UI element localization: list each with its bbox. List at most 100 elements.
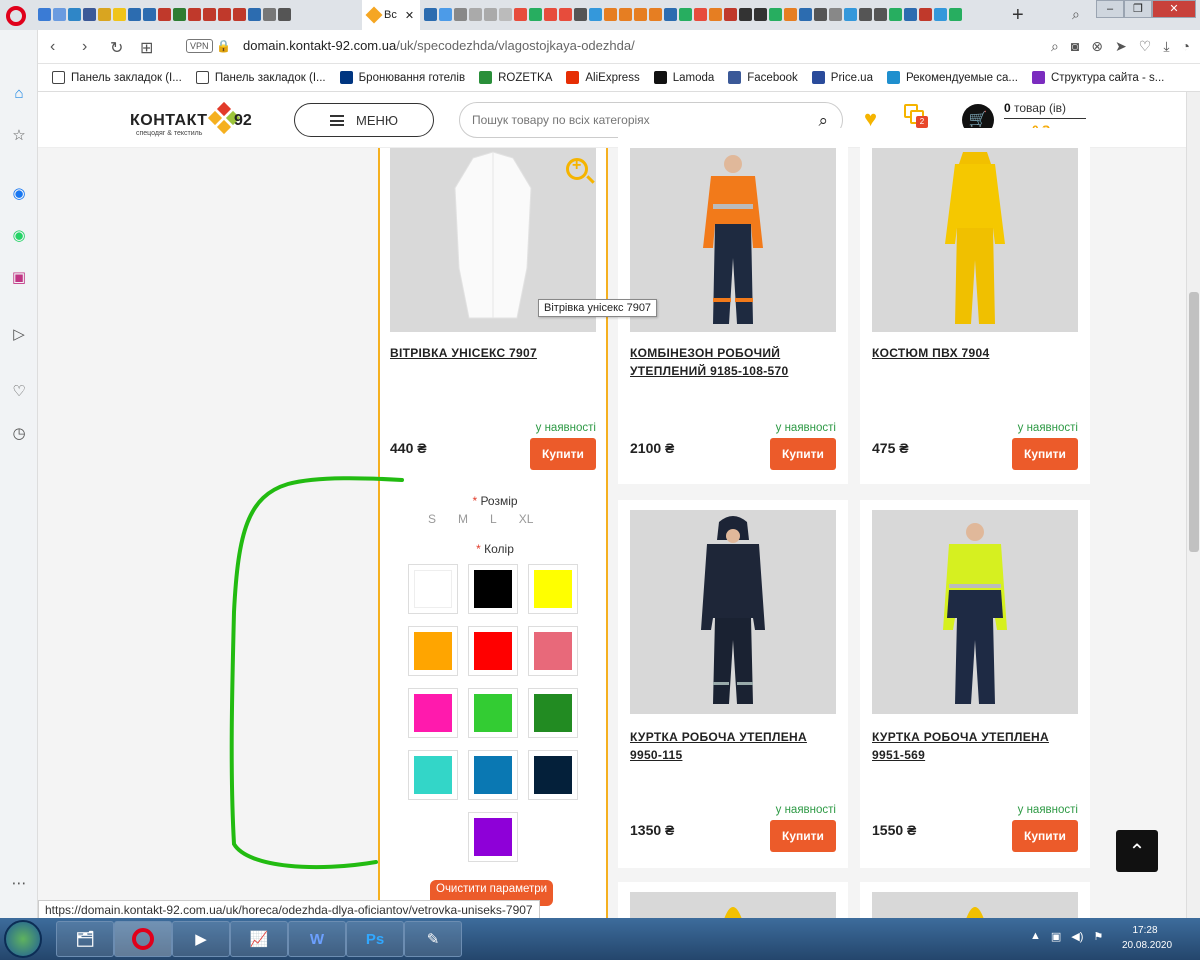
color-swatch[interactable]	[468, 812, 518, 862]
bookmark-item[interactable]: AliExpress	[566, 71, 640, 84]
bookmark-item[interactable]: Панель закладок (I...	[52, 71, 182, 84]
camera-icon[interactable]: ◙	[1071, 38, 1079, 55]
color-swatch[interactable]	[468, 688, 518, 738]
pinned-tabs[interactable]	[38, 6, 291, 24]
new-tab-icon[interactable]: +	[1012, 4, 1024, 27]
bing-icon	[886, 71, 900, 84]
notes-taskbar-icon[interactable]: ✎	[404, 921, 462, 957]
site-logo[interactable]: КОНТАКТ 92 спецодяг & текстиль	[130, 101, 260, 138]
explorer-taskbar-icon[interactable]: 🗂	[56, 921, 114, 957]
whatsapp-icon[interactable]: ◉	[9, 226, 29, 246]
product-image[interactable]	[872, 892, 1078, 918]
size-option[interactable]: XL	[519, 512, 534, 526]
size-option[interactable]: M	[458, 512, 468, 526]
more-icon[interactable]: ⋯	[9, 874, 29, 894]
star-icon[interactable]: ☆	[9, 126, 29, 146]
size-option[interactable]: S	[428, 512, 436, 526]
scrollbar-thumb[interactable]	[1189, 292, 1199, 552]
color-swatch[interactable]	[528, 626, 578, 676]
compare-icon[interactable]: 2	[904, 104, 928, 128]
instagram-icon[interactable]: ▣	[9, 268, 29, 288]
bookmark-item[interactable]: ROZETKA	[479, 71, 552, 84]
photoshop-taskbar-icon[interactable]: Ps	[346, 921, 404, 957]
product-image[interactable]	[630, 148, 836, 332]
flag-icon[interactable]: ⚑	[1093, 930, 1103, 943]
network-icon[interactable]: ▣	[1051, 930, 1061, 943]
active-tab[interactable]: Вс ✕	[362, 0, 420, 30]
start-button[interactable]	[4, 920, 42, 958]
download-icon[interactable]: ⤓	[1163, 38, 1169, 55]
product-image[interactable]	[630, 892, 836, 918]
search-input[interactable]	[470, 112, 790, 128]
product-card[interactable]: КУРТКА РОБОЧА УТЕПЛЕНА 9951-569 у наявно…	[860, 500, 1090, 868]
clock[interactable]: 17:28 20.08.2020	[1122, 923, 1172, 953]
home-icon[interactable]: ⌂	[9, 84, 29, 104]
opera-taskbar-icon[interactable]	[114, 921, 172, 957]
media-player-taskbar-icon[interactable]: ▶	[172, 921, 230, 957]
tab-search-icon[interactable]: ⌕	[1072, 6, 1080, 23]
favorite-icon[interactable]: ♡	[1139, 38, 1152, 55]
forward-icon[interactable]: ›	[82, 38, 87, 56]
minimize-icon[interactable]: –	[1096, 0, 1124, 18]
volume-icon[interactable]: ◀)	[1071, 930, 1083, 943]
bookmark-item[interactable]: Facebook	[728, 71, 798, 84]
profile-icon[interactable]: ◔	[1182, 38, 1190, 55]
bookmark-item[interactable]: Рекомендуемые са...	[886, 71, 1018, 84]
tray-arrow-icon[interactable]: ▲	[1030, 930, 1041, 943]
bookmark-item[interactable]: Price.ua	[811, 71, 873, 84]
product-title[interactable]: ВІТРІВКА УНІСЕКС 7907	[390, 344, 590, 362]
zoom-icon[interactable]	[566, 157, 588, 180]
history-icon[interactable]: ◷	[9, 424, 29, 444]
bookmark-item[interactable]: Панель закладок (I...	[195, 71, 326, 84]
close-window-icon[interactable]: ✕	[1152, 0, 1196, 18]
bookmark-item[interactable]: Бронювання готелів	[339, 71, 465, 84]
back-to-top-button[interactable]: ⌃	[1116, 830, 1158, 872]
product-card[interactable]	[618, 882, 848, 918]
search-icon[interactable]: ⌕	[1051, 38, 1059, 55]
buy-button[interactable]: Купити	[1012, 820, 1078, 852]
buy-button[interactable]: Купити	[770, 820, 836, 852]
other-tabs[interactable]	[424, 6, 962, 24]
send-icon[interactable]: ▷	[9, 325, 29, 345]
product-title[interactable]: КОМБІНЕЗОН РОБОЧИЙ УТЕПЛЕНИЙ 9185-108-57…	[630, 344, 830, 380]
chart-app-taskbar-icon[interactable]: 📈	[230, 921, 288, 957]
product-title[interactable]: КОСТЮМ ПВХ 7904	[872, 344, 1072, 362]
messenger-icon[interactable]: ◉	[9, 184, 29, 204]
color-swatch[interactable]	[468, 564, 518, 614]
color-swatch[interactable]	[468, 750, 518, 800]
adblock-icon[interactable]: ⊗	[1091, 38, 1103, 55]
bookmark-item[interactable]: Структура сайта - s...	[1031, 71, 1164, 84]
word-taskbar-icon[interactable]: W	[288, 921, 346, 957]
color-swatch[interactable]	[468, 626, 518, 676]
size-option[interactable]: L	[490, 512, 497, 526]
product-image[interactable]	[872, 510, 1078, 714]
bookmark-item[interactable]: Lamoda	[653, 71, 714, 84]
page-scrollbar[interactable]	[1186, 92, 1200, 918]
product-image[interactable]	[630, 510, 836, 714]
color-swatch[interactable]	[528, 564, 578, 614]
speed-dial-icon[interactable]: ⊞	[140, 38, 153, 58]
buy-button[interactable]: Купити	[770, 438, 836, 470]
cart-count[interactable]: 0 товар (ів)	[1004, 101, 1066, 115]
product-card[interactable]: КОСТЮМ ПВХ 7904 у наявності 475 ₴ Купити	[860, 128, 1090, 484]
menu-button[interactable]: МЕНЮ	[294, 103, 434, 137]
product-image[interactable]	[872, 148, 1078, 332]
reload-icon[interactable]: ↻	[110, 38, 123, 58]
opera-logo-icon[interactable]	[6, 6, 26, 26]
product-card[interactable]	[860, 882, 1090, 918]
close-tab-icon[interactable]: ✕	[405, 9, 414, 22]
product-title[interactable]: КУРТКА РОБОЧА УТЕПЛЕНА 9950-115	[630, 728, 830, 764]
heart-icon[interactable]: ♡	[9, 382, 29, 402]
buy-button[interactable]: Купити	[530, 438, 596, 470]
buy-button[interactable]: Купити	[1012, 438, 1078, 470]
share-icon[interactable]: ➤	[1115, 38, 1127, 55]
url-field[interactable]: domain.kontakt-92.com.ua/uk/specodezhda/…	[243, 38, 635, 53]
color-swatch[interactable]	[528, 750, 578, 800]
product-title[interactable]: КУРТКА РОБОЧА УТЕПЛЕНА 9951-569	[872, 728, 1072, 764]
color-swatch[interactable]	[528, 688, 578, 738]
product-card[interactable]: КУРТКА РОБОЧА УТЕПЛЕНА 9950-115 у наявно…	[618, 500, 848, 868]
back-icon[interactable]: ‹	[50, 38, 55, 56]
maximize-icon[interactable]: ❐	[1124, 0, 1152, 18]
lock-icon[interactable]: 🔒	[216, 39, 231, 53]
vpn-badge[interactable]: VPN	[186, 39, 213, 53]
